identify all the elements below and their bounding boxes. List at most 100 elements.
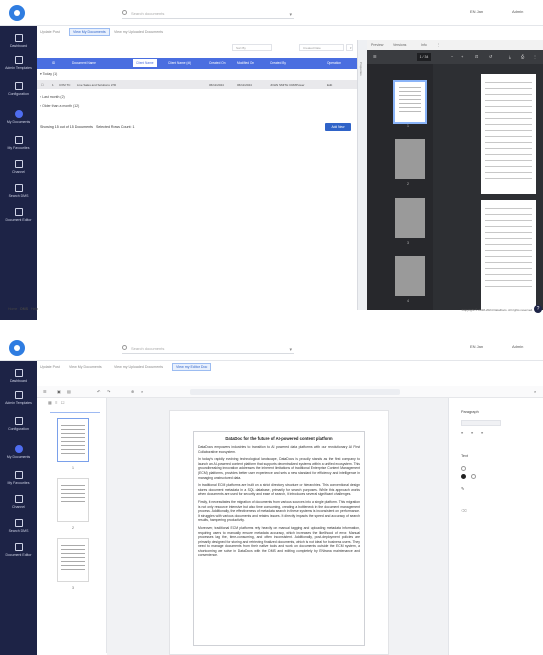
column-header[interactable]: Client Name (di) [168, 61, 191, 65]
layout-icon[interactable]: ▤ [67, 389, 71, 394]
undo-icon[interactable]: ↶ [97, 389, 100, 394]
tab-versions[interactable]: Versions [393, 43, 406, 47]
sidebar-item-editor[interactable]: Document Editor [0, 543, 37, 557]
group-today[interactable]: ▾ Today (1) [40, 72, 57, 76]
align-right-icon[interactable]: ≡ [481, 431, 483, 435]
user-menu[interactable]: Admin [512, 344, 523, 349]
zoom-in-icon[interactable]: + [461, 54, 463, 59]
paragraph-style-select[interactable] [461, 420, 501, 426]
find-icon[interactable]: ⌕ [141, 389, 143, 394]
row-checkbox[interactable]: ☐ [41, 83, 44, 87]
pen-icon[interactable]: ✎ [461, 486, 464, 491]
filter-select[interactable]: Created Date [299, 44, 344, 51]
redo-icon[interactable]: ↷ [107, 389, 110, 394]
column-header[interactable]: Operation [327, 61, 341, 65]
page-thumbnail[interactable] [395, 139, 425, 179]
bookmarks-tab-icon[interactable]: ☐ [61, 400, 65, 405]
cell-modified-on: 06/11/2024 [237, 83, 252, 87]
page-counter[interactable]: 1 / 34 [417, 53, 431, 61]
sidebar-item-channel[interactable]: Channel [0, 160, 37, 174]
tab-my-documents[interactable]: View My Documents [69, 28, 110, 36]
sidebar-item-channel[interactable]: Channel [0, 495, 37, 509]
language-selector[interactable]: EN Jan [470, 344, 483, 349]
color-swatch-black[interactable] [461, 474, 466, 479]
user-menu[interactable]: Admin [512, 9, 523, 14]
page-thumbnail[interactable] [57, 418, 89, 462]
properties-panel-toggle[interactable]: Properties [357, 40, 367, 310]
tab-uploaded-documents[interactable]: View my Uploaded Documents [114, 365, 163, 369]
edit-link[interactable]: Edit [327, 83, 332, 87]
sidebar-item-templates[interactable]: Admin Templates [0, 56, 37, 70]
thumbnails-tab-icon[interactable]: ▦ [48, 400, 52, 405]
group-older[interactable]: › Older than a month (12) [40, 104, 79, 108]
download-icon[interactable]: ⤓ [509, 54, 511, 59]
tab-preview[interactable]: Preview [371, 43, 383, 47]
color-swatch[interactable] [461, 466, 466, 471]
dms-link[interactable]: DMS [20, 307, 28, 311]
search-input[interactable]: Search documents ▾ [122, 8, 294, 19]
help-icon[interactable]: ? [534, 305, 542, 313]
table-header: ID Document Name Client Name Client Name… [37, 58, 357, 69]
help-link[interactable]: Help [31, 307, 38, 311]
column-header[interactable]: Created On [209, 61, 225, 65]
language-selector[interactable]: EN Jan [470, 9, 483, 14]
document-page[interactable]: DataDoc for the future of AI-powered con… [169, 410, 389, 655]
table-row[interactable]: ☐ 1 CXM TC Live Sales and Solutions LTD … [37, 80, 357, 89]
tab-uploaded-documents[interactable]: View my Uploaded Documents [114, 30, 163, 34]
tab-update-post[interactable]: Update Post [40, 30, 60, 34]
outline-tab-icon[interactable]: ≡ [55, 400, 57, 405]
sort-select[interactable]: Sort By [232, 44, 272, 51]
search-icon[interactable]: ⌕ [534, 389, 536, 394]
rotate-icon[interactable]: ↺ [489, 54, 492, 59]
sidebar-item-favourites[interactable]: My Favourites [0, 471, 37, 485]
fit-page-icon[interactable]: ⊡ [475, 54, 478, 59]
sidebar-item-favourites[interactable]: My Favourites [0, 136, 37, 150]
more-icon[interactable]: ⋮ [437, 43, 441, 47]
color-swatch[interactable] [471, 474, 476, 479]
page-thumbnail[interactable] [57, 478, 89, 522]
add-new-button[interactable]: Add New [325, 123, 351, 131]
sidebar-item-configuration[interactable]: Configuration [0, 82, 37, 96]
column-header[interactable]: Created By [270, 61, 286, 65]
sidebar-item-editor[interactable]: Document Editor [0, 208, 37, 222]
page-thumbnail[interactable] [393, 80, 427, 124]
sidebar-item-my-documents[interactable]: My Documents [0, 445, 37, 459]
sidebar-item-dashboard[interactable]: Dashboard [0, 369, 37, 383]
tab-info[interactable]: Info [421, 43, 427, 47]
group-last-month[interactable]: › Last month (2) [40, 95, 65, 99]
more-icon[interactable]: ⋮ [533, 54, 537, 59]
sidebar-item-configuration[interactable]: Configuration [0, 417, 37, 431]
sidebar-item-dashboard[interactable]: Dashboard [0, 34, 37, 48]
search-input[interactable]: Search documents ▾ [122, 343, 294, 354]
sidebar-item-templates[interactable]: Admin Templates [0, 391, 37, 405]
filter-icon[interactable]: ▾ [346, 44, 353, 51]
tab-editor-doc[interactable]: View my Editor Doc [172, 363, 212, 371]
align-left-icon[interactable]: ≡ [461, 431, 463, 435]
column-header[interactable]: ID [52, 61, 55, 65]
column-header[interactable]: Client Name [133, 59, 157, 67]
app-logo[interactable] [9, 5, 25, 21]
zoom-slider[interactable] [50, 412, 100, 413]
sidebar-item-my-documents[interactable]: My Documents [0, 110, 37, 124]
column-header[interactable]: Modified On [237, 61, 254, 65]
app-logo[interactable] [9, 340, 25, 356]
print-icon[interactable]: ⎙ [521, 54, 524, 59]
zoom-out-icon[interactable]: − [451, 54, 453, 59]
tab-update-post[interactable]: Update Post [40, 365, 60, 369]
clear-icon[interactable]: ⌫ [461, 508, 466, 513]
page-thumbnail[interactable] [395, 256, 425, 296]
sidebar-item-search[interactable]: Search DMS [0, 519, 37, 533]
page-thumbnail[interactable] [395, 198, 425, 238]
align-center-icon[interactable]: ≡ [471, 431, 473, 435]
home-link[interactable]: Home [8, 307, 17, 311]
column-header[interactable]: Document Name [72, 61, 96, 65]
sidebar-item-search[interactable]: Search DMS [0, 184, 37, 198]
zoom-icon[interactable]: ⊕ [131, 389, 134, 394]
ribbon-tabs[interactable] [190, 389, 400, 395]
menu-icon[interactable]: ☰ [43, 389, 47, 394]
menu-icon[interactable]: ☰ [373, 54, 377, 59]
page-thumbnail[interactable] [57, 538, 89, 582]
tab-my-documents[interactable]: View My Documents [69, 365, 102, 369]
file-icon[interactable]: ▣ [57, 389, 61, 394]
document-body[interactable]: DataDoc for the future of AI-powered con… [193, 431, 365, 646]
